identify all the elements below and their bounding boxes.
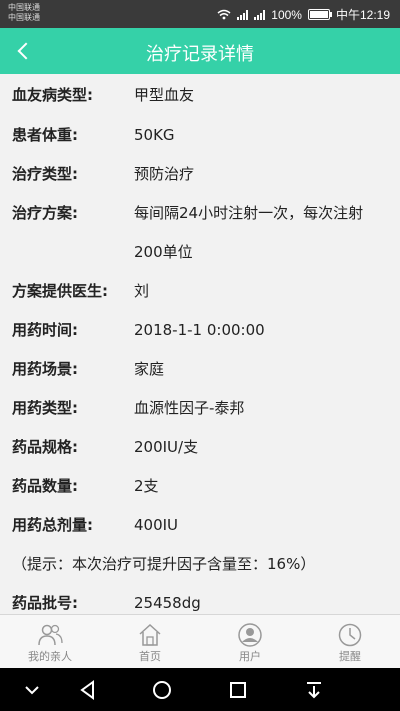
detail-label: 方案提供医生:: [12, 282, 108, 300]
detail-label: 药品批号:: [12, 594, 78, 612]
detail-row-scene: 用药场景: 家庭: [0, 350, 400, 389]
carrier-1: 中国联通: [8, 3, 40, 12]
pull-down-icon: [307, 682, 321, 699]
detail-row-treatment-type: 治疗类型: 预防治疗: [0, 155, 400, 194]
nav-home-button[interactable]: [148, 676, 176, 704]
wifi-icon: [217, 9, 231, 20]
detail-label: 治疗方案:: [12, 204, 78, 222]
detail-row-hemophilia-type: 血友病类型: 甲型血友: [0, 74, 400, 116]
detail-row-treatment-plan: 治疗方案: 每间隔24小时注射一次，每次注射200单位: [0, 194, 400, 272]
user-icon: [238, 623, 262, 647]
detail-label: 血友病类型:: [12, 86, 93, 104]
detail-label: 用药时间:: [12, 321, 78, 339]
detail-value: 预防治疗: [134, 165, 195, 183]
detail-value: 血源性因子-泰邦: [134, 399, 245, 417]
carrier-2: 中国联通: [8, 13, 40, 22]
tab-reminder[interactable]: 提醒: [300, 615, 400, 669]
signal-icon-2: [254, 9, 266, 20]
detail-value: 25458dg: [134, 594, 201, 612]
status-bar: 中国联通 中国联通 100% 中午12:19: [0, 0, 400, 28]
tab-user[interactable]: 用户: [200, 615, 300, 669]
tab-label: 提醒: [339, 650, 361, 663]
detail-value: 2支: [134, 477, 159, 495]
battery-percent: 100%: [271, 7, 302, 22]
carrier-info: 中国联通 中国联通: [8, 3, 40, 23]
page-title: 治疗记录详情: [146, 44, 254, 65]
detail-label: 患者体重:: [12, 126, 78, 144]
nav-back-button[interactable]: [74, 676, 102, 704]
tab-label: 首页: [139, 650, 161, 663]
detail-value: 200IU/支: [134, 438, 199, 456]
detail-value: 400IU: [134, 516, 179, 534]
detail-label: 药品规格:: [12, 438, 78, 456]
tab-home[interactable]: 首页: [100, 615, 200, 669]
detail-label: 治疗类型:: [12, 165, 78, 183]
factor-hint: （提示：本次治疗可提升因子含量至：16%）: [12, 555, 316, 573]
treatment-detail-content: 血友病类型: 甲型血友 患者体重: 50KG 治疗类型: 预防治疗 治疗方案: …: [0, 74, 400, 614]
clock-time: 中午12:19: [335, 8, 390, 22]
detail-row-doctor: 方案提供医生: 刘: [0, 272, 400, 311]
home-icon: [139, 623, 161, 646]
detail-value: 50KG: [134, 126, 175, 144]
clock-icon: [338, 623, 362, 647]
chevron-down-icon: [25, 686, 39, 695]
status-indicators: 100% 中午12:19: [217, 6, 390, 23]
tab-label: 我的亲人: [28, 650, 72, 663]
bottom-tab-bar: 我的亲人 首页 用户 提醒: [0, 614, 400, 669]
app-header: 治疗记录详情: [0, 28, 400, 74]
detail-value: 家庭: [134, 360, 165, 378]
detail-label: 用药总剂量:: [12, 516, 93, 534]
tab-relatives[interactable]: 我的亲人: [0, 615, 100, 669]
relatives-icon: [38, 624, 63, 646]
tab-label: 用户: [239, 650, 261, 663]
detail-row-weight: 患者体重: 50KG: [0, 116, 400, 155]
detail-row-total-dose: 用药总剂量: 400IU: [0, 506, 400, 545]
detail-value: 刘: [134, 282, 150, 300]
nav-notification-button[interactable]: [300, 676, 328, 704]
nav-hide-button[interactable]: [18, 676, 46, 704]
detail-row-medication-time: 用药时间: 2018-1-1 0:00:00: [0, 311, 400, 350]
triangle-back-icon: [80, 680, 94, 700]
detail-value: 甲型血友: [134, 86, 195, 104]
detail-row-batch-number: 药品批号: 25458dg: [0, 584, 400, 614]
square-recents-icon: [230, 682, 246, 698]
detail-row-quantity: 药品数量: 2支: [0, 467, 400, 506]
detail-row-medication-type: 用药类型: 血源性因子-泰邦: [0, 389, 400, 428]
detail-value: 每间隔24小时注射一次，每次注射200单位: [134, 204, 364, 261]
circle-home-icon: [153, 681, 171, 699]
detail-value: 2018-1-1 0:00:00: [134, 321, 265, 339]
system-nav-bar: [0, 668, 400, 711]
signal-icon: [237, 9, 249, 20]
nav-recents-button[interactable]: [224, 676, 252, 704]
detail-row-spec: 药品规格: 200IU/支: [0, 428, 400, 467]
detail-label: 用药场景:: [12, 360, 78, 378]
detail-label: 药品数量:: [12, 477, 78, 495]
battery-icon: [307, 9, 332, 20]
detail-label: 用药类型:: [12, 399, 78, 417]
